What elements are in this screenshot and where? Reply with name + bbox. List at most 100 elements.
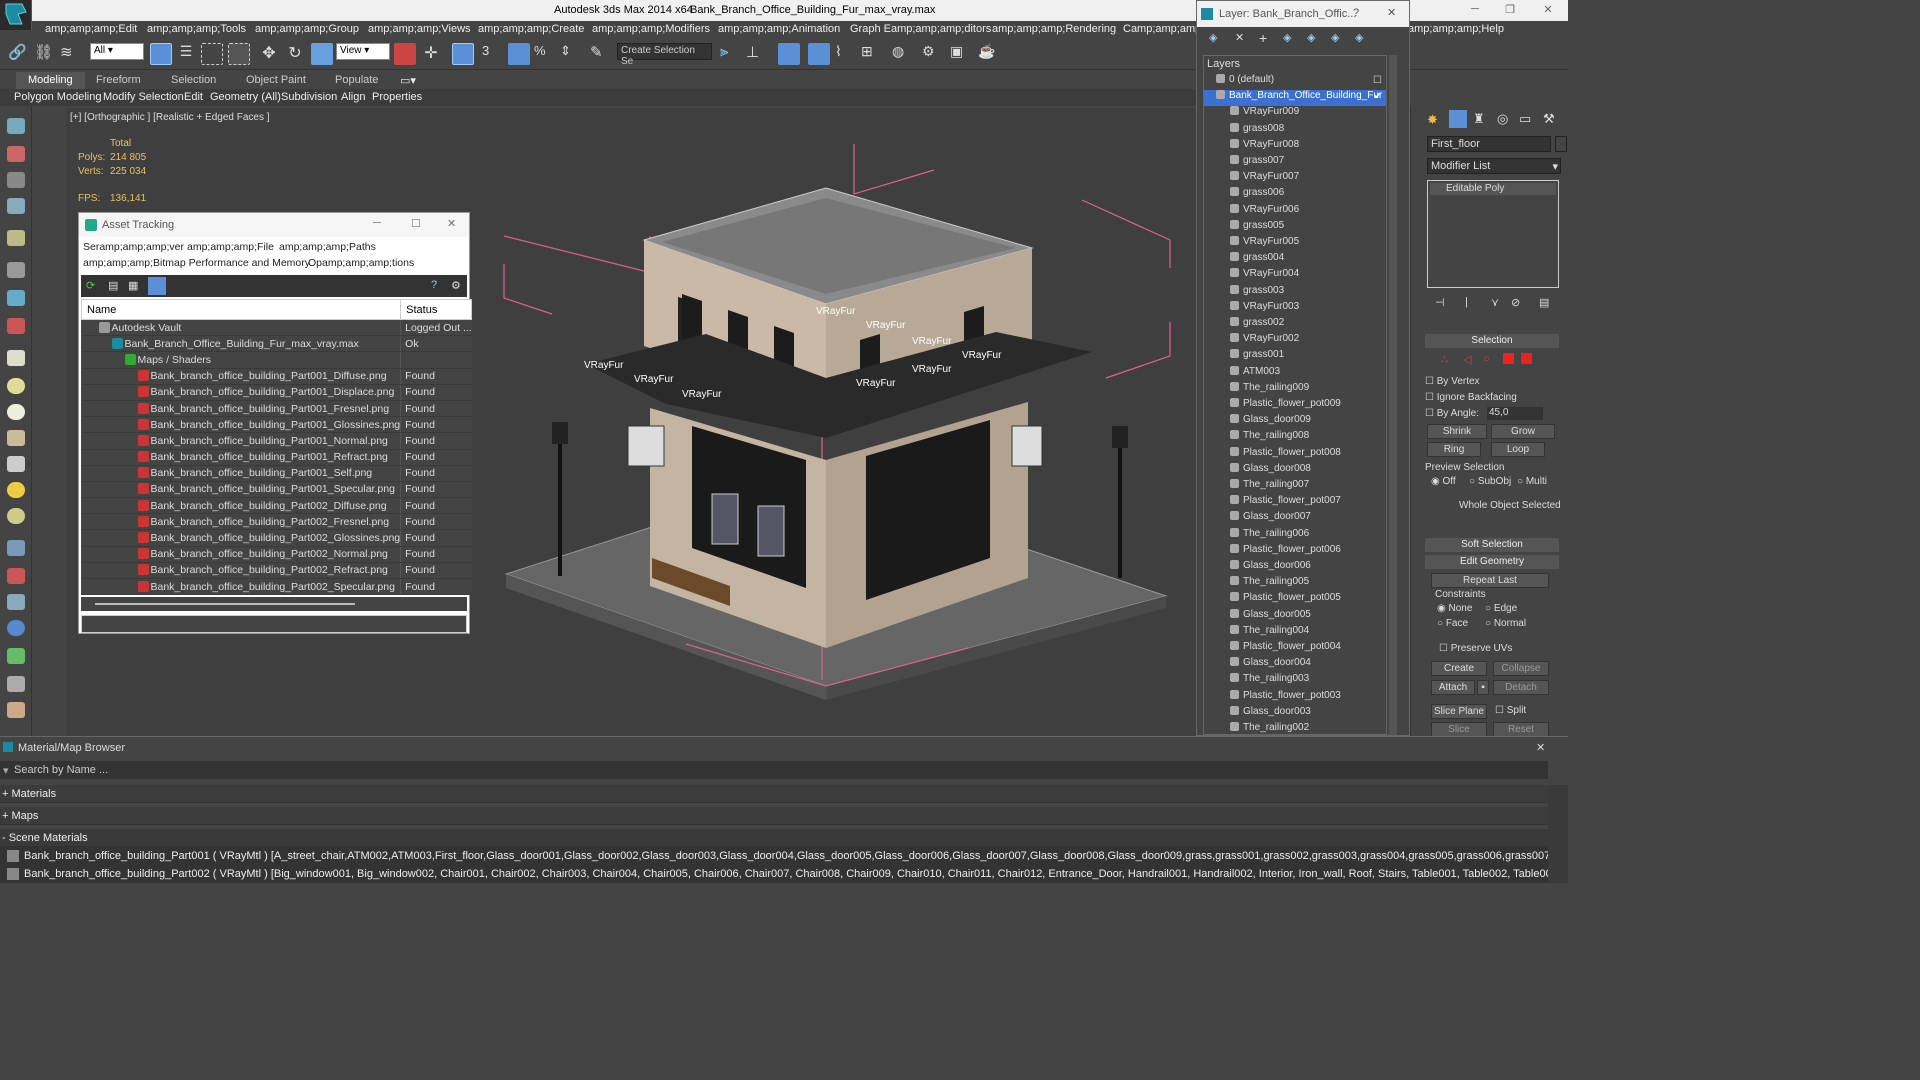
list-item[interactable]: grass003 xyxy=(1204,284,1386,301)
panel-polygon-modeling[interactable]: Polygon Modeling xyxy=(14,91,101,103)
slice-plane-button[interactable]: Slice Plane xyxy=(1431,704,1487,719)
rectangle-selection-icon[interactable] xyxy=(201,43,223,65)
column-status[interactable]: Status xyxy=(400,299,473,320)
list-item[interactable]: Plastic_flower_pot006 xyxy=(1204,543,1386,560)
list-item[interactable]: The_railing006 xyxy=(1204,527,1386,544)
layer-scrollbar[interactable] xyxy=(1389,55,1397,735)
border-mode-icon[interactable]: ○ xyxy=(1483,353,1490,365)
attach-list-icon[interactable]: ▪ xyxy=(1477,680,1489,695)
light-icon[interactable] xyxy=(7,230,25,246)
close-icon[interactable]: ✕ xyxy=(1538,3,1558,16)
list-item[interactable]: VRayFur007 xyxy=(1204,171,1386,187)
help-icon[interactable]: ? xyxy=(1353,7,1359,19)
asset-menu-options[interactable]: Opamp;amp;amp;tions xyxy=(308,257,414,269)
table-row[interactable]: Bank_branch_office_building_Part001_Refr… xyxy=(81,449,472,466)
table-row[interactable]: Bank_branch_office_building_Part001_Disp… xyxy=(81,384,472,401)
bind-spacewarp-icon[interactable]: ≋ xyxy=(60,43,82,65)
render-production-icon[interactable]: ☕ xyxy=(978,43,1000,65)
asset-menu-server[interactable]: Seramp;amp;amp;ver xyxy=(83,241,184,253)
list-item[interactable]: grass007 xyxy=(1204,155,1386,171)
list-item[interactable]: VRayFur003 xyxy=(1204,300,1386,317)
panel-edit[interactable]: Edit xyxy=(184,91,203,103)
sun-icon[interactable] xyxy=(7,482,25,498)
search-dropdown-icon[interactable]: ▾ xyxy=(3,764,9,777)
curve-editor-icon[interactable]: ⌇ xyxy=(835,43,857,65)
layer-manager-icon[interactable] xyxy=(778,43,800,65)
panel-icon[interactable] xyxy=(7,172,25,188)
table-row[interactable]: Bank_branch_office_building_Part002_Glos… xyxy=(81,529,472,547)
list-item[interactable]: Glass_door008 xyxy=(1204,462,1386,479)
table-row[interactable]: Bank_branch_office_building_Part001_Spec… xyxy=(81,481,472,499)
minimize-icon[interactable]: ─ xyxy=(1465,3,1485,15)
spiral-icon[interactable] xyxy=(7,702,25,718)
polygon-mode-icon[interactable] xyxy=(1503,353,1514,364)
preserve-uvs-checkbox[interactable]: ☐ Preserve UVs xyxy=(1439,643,1567,654)
table-row[interactable]: Bank_branch_office_building_Part001_Fres… xyxy=(81,400,472,418)
help-icon[interactable]: ? xyxy=(431,279,437,291)
list-item[interactable]: grass001 xyxy=(1204,349,1386,365)
panel-properties[interactable]: Properties xyxy=(372,91,422,103)
object-name-field[interactable]: First_floor xyxy=(1427,136,1551,152)
close-icon[interactable]: ✕ xyxy=(447,217,456,230)
list-item[interactable]: Plastic_flower_pot007 xyxy=(1204,495,1386,511)
shuffle-icon[interactable] xyxy=(7,318,25,334)
spinner-snap-icon[interactable]: ⇕ xyxy=(560,43,582,65)
rollout-soft-selection[interactable]: Soft Selection xyxy=(1425,538,1559,552)
browser-search-input[interactable]: ▾ Search by Name ... xyxy=(0,761,1548,779)
particles-icon[interactable] xyxy=(7,540,25,556)
preview-multi-radio[interactable]: ○ Multi xyxy=(1517,476,1557,487)
asset-scrollbar[interactable] xyxy=(81,597,467,611)
maximize-icon[interactable]: ❐ xyxy=(1500,3,1520,16)
link-icon[interactable]: 🔗 xyxy=(8,43,30,65)
menu-customize[interactable]: Camp;amp;amp; xyxy=(1123,23,1204,35)
panel-geometry-all[interactable]: Geometry (All) xyxy=(210,91,281,103)
collapse-button[interactable]: Collapse xyxy=(1493,661,1549,676)
asset-path-field[interactable] xyxy=(81,615,467,633)
list-item[interactable]: VRayFur005 xyxy=(1204,236,1386,252)
panel-align[interactable]: Align xyxy=(341,91,365,103)
create-button[interactable]: Create xyxy=(1431,661,1487,676)
scale-icon[interactable] xyxy=(311,43,333,65)
menu-views[interactable]: amp;amp;amp;Views xyxy=(368,23,471,35)
ignore-backfacing-checkbox[interactable]: ☐ Ignore Backfacing xyxy=(1425,392,1553,403)
unlink-icon[interactable]: ⛓ xyxy=(34,43,56,65)
table-row[interactable]: Bank_branch_office_building_Part002_Spec… xyxy=(81,578,472,596)
keyboard-shortcut-icon[interactable] xyxy=(452,43,474,65)
menu-group[interactable]: amp;amp;amp;Group xyxy=(255,23,359,35)
minimize-icon[interactable]: ─ xyxy=(373,217,381,229)
list-item[interactable]: Plastic_flower_pot005 xyxy=(1204,592,1386,608)
menu-graph-editors[interactable]: Graph Eamp;amp;amp;ditors xyxy=(850,23,991,35)
ball-icon[interactable] xyxy=(7,508,25,524)
list-item[interactable]: The_railing003 xyxy=(1204,673,1386,689)
table-row[interactable]: Bank_branch_office_building_Part002_Refr… xyxy=(81,562,472,580)
browser-scrollbar[interactable] xyxy=(1548,785,1568,883)
list-item[interactable]: The_railing005 xyxy=(1204,576,1386,592)
grid-view-icon[interactable] xyxy=(148,277,166,295)
list-item[interactable]: VRayFur009 xyxy=(1204,106,1386,122)
menu-help[interactable]: amp;amp;amp;Help xyxy=(1408,23,1504,35)
named-selection-icon[interactable]: ✎ xyxy=(590,43,612,65)
table-row[interactable]: Bank_branch_office_building_Part001_Norm… xyxy=(81,432,472,450)
list-item[interactable]: The_railing007 xyxy=(1204,479,1386,495)
select-icon[interactable]: ◈ xyxy=(1283,31,1291,44)
list-item[interactable]: VRayFur006 xyxy=(1204,203,1386,220)
list-item[interactable]: Plastic_flower_pot009 xyxy=(1204,398,1386,414)
list-item[interactable]: The_railing004 xyxy=(1204,624,1386,641)
list-item[interactable]: VRayFur008 xyxy=(1204,138,1386,155)
tab-modeling[interactable]: Modeling xyxy=(16,72,85,89)
select-object-icon[interactable] xyxy=(150,43,172,65)
reference-coordinate-dropdown[interactable]: View ▾ xyxy=(336,43,390,60)
table-row[interactable]: Bank_branch_office_building_Part002_Fres… xyxy=(81,513,472,531)
tab-populate[interactable]: Populate xyxy=(335,74,378,86)
material-editor-icon[interactable]: ◍ xyxy=(892,43,914,65)
box-icon[interactable] xyxy=(7,350,25,366)
teapot-icon[interactable] xyxy=(7,118,25,134)
element-mode-icon[interactable] xyxy=(1521,353,1532,364)
modify-tab-icon[interactable] xyxy=(1449,110,1467,128)
asset-menu-file[interactable]: amp;amp;amp;File xyxy=(187,241,274,253)
attach-button[interactable]: Attach xyxy=(1431,680,1475,695)
list-item[interactable]: ATM003 xyxy=(1204,365,1386,382)
camera-icon[interactable] xyxy=(7,262,25,278)
constraint-icon[interactable] xyxy=(7,594,25,610)
constraint-face-radio[interactable]: ○ Face xyxy=(1437,618,1487,629)
